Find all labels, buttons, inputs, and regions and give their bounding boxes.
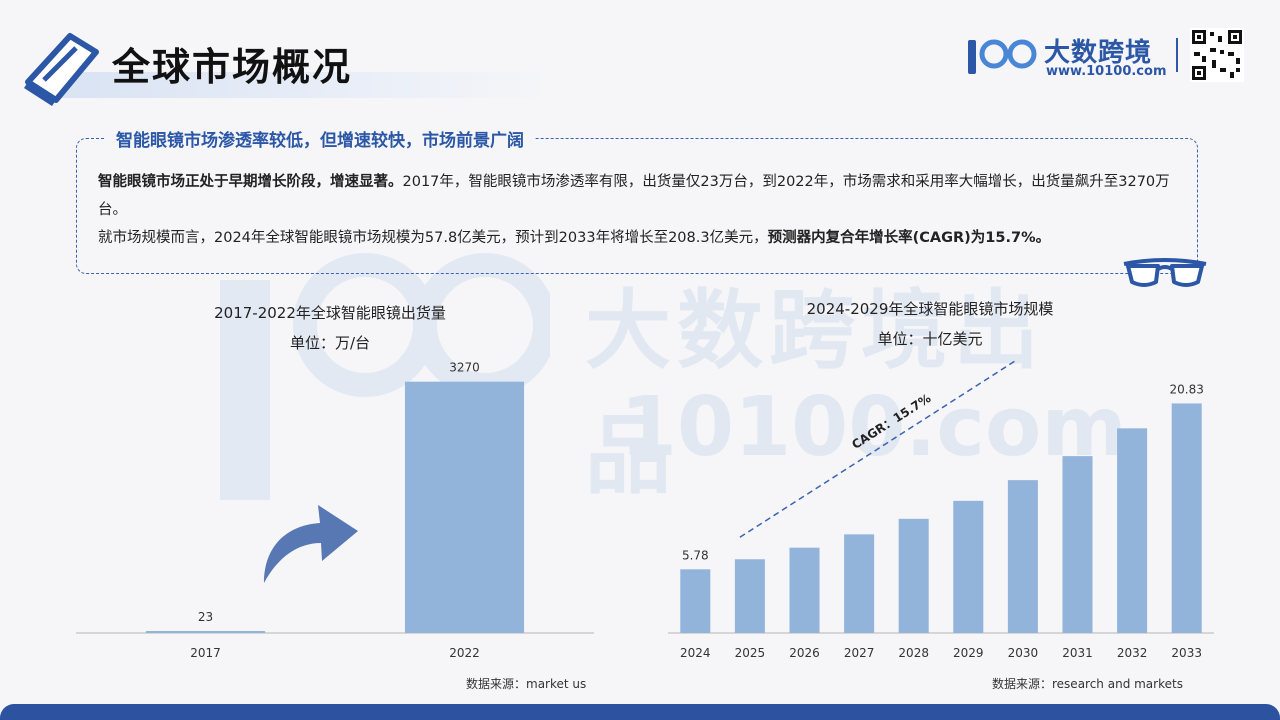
- brand-url: www.10100.com: [1046, 64, 1167, 79]
- glasses-icon: [1120, 252, 1210, 292]
- growth-arrow-icon: [258, 495, 362, 587]
- chart2-bar-2033: [1172, 403, 1202, 633]
- chart2-data-label: 5.78: [682, 548, 709, 562]
- chart1-subtitle: 单位：万/台: [140, 332, 520, 353]
- brand-divider: [1176, 38, 1178, 72]
- chart1-bar-2017: [146, 631, 265, 633]
- chart1-bar-2022: [405, 382, 524, 633]
- chart1-title: 2017-2022年全球智能眼镜出货量: [140, 302, 520, 323]
- chart2-tick-label: 2031: [1062, 646, 1093, 660]
- summary-p2-bold: 预测器内复合年增长率(CAGR)为15.7%。: [768, 230, 1051, 246]
- chart2-subtitle: 单位：十亿美元: [740, 328, 1120, 349]
- chart1-data-label: 3270: [449, 361, 480, 375]
- brand-logo[interactable]: 大数跨境 www.10100.com: [966, 30, 1166, 82]
- chart2-tick-label: 2032: [1117, 646, 1148, 660]
- chart2-bar-2029: [953, 501, 983, 633]
- brand-mark-icon: [966, 34, 1044, 78]
- qr-code-icon: [1190, 28, 1244, 82]
- bottom-band: [0, 704, 1280, 720]
- chart2-tick-label: 2027: [844, 646, 875, 660]
- chart2-tick-label: 2029: [953, 646, 984, 660]
- chart1-tick-label: 2022: [449, 646, 480, 660]
- chart1-data-label: 23: [198, 610, 213, 624]
- chart2-bar-2032: [1117, 428, 1147, 633]
- chart2-bar-2028: [899, 519, 929, 633]
- summary-p2-text: 就市场规模而言，2024年全球智能眼镜市场规模为57.8亿美元，预计到2033年…: [98, 230, 768, 246]
- chart2-bar-2027: [844, 534, 874, 633]
- chart2-plot: 2024 5.78 2025 2026 2027 2028 2029 2030 2031 2032…: [662, 360, 1222, 670]
- chart1-tick-label: 2017: [190, 646, 221, 660]
- chart2-tick-label: 2028: [898, 646, 929, 660]
- summary-p1-bold: 智能眼镜市场正处于早期增长阶段，增速显著。: [98, 174, 403, 190]
- chart2-bar-2031: [1062, 456, 1092, 633]
- summary-paragraph-2: 就市场规模而言，2024年全球智能眼镜市场规模为57.8亿美元，预计到2033年…: [98, 224, 1188, 252]
- summary-paragraph-1: 智能眼镜市场正处于早期增长阶段，增速显著。2017年，智能眼镜市场渗透率有限，出…: [98, 168, 1188, 224]
- summary-heading: 智能眼镜市场渗透率较低，但增速较快，市场前景广阔: [106, 126, 534, 151]
- chart2-tick-label: 2030: [1008, 646, 1039, 660]
- chart2-tick-label: 2033: [1171, 646, 1202, 660]
- chart2-tick-label: 2024: [680, 646, 711, 660]
- chart2-bar-2025: [735, 559, 765, 633]
- chart2-bar-2024: [680, 569, 710, 633]
- chart2-bar-2026: [789, 548, 819, 633]
- page-title: 全球市场概况: [112, 36, 352, 91]
- chart2-tick-label: 2025: [735, 646, 766, 660]
- chart2-data-label: 20.83: [1170, 382, 1204, 396]
- chart2-bar-2030: [1008, 480, 1038, 633]
- book-logo-icon: [22, 30, 102, 106]
- chart2-tick-label: 2026: [789, 646, 820, 660]
- chart2-title: 2024-2029年全球智能眼镜市场规模: [740, 298, 1120, 319]
- chart1-source: 数据来源：market us: [466, 675, 586, 692]
- summary-text: 智能眼镜市场正处于早期增长阶段，增速显著。2017年，智能眼镜市场渗透率有限，出…: [98, 168, 1188, 252]
- chart2-source: 数据来源：research and markets: [992, 675, 1183, 692]
